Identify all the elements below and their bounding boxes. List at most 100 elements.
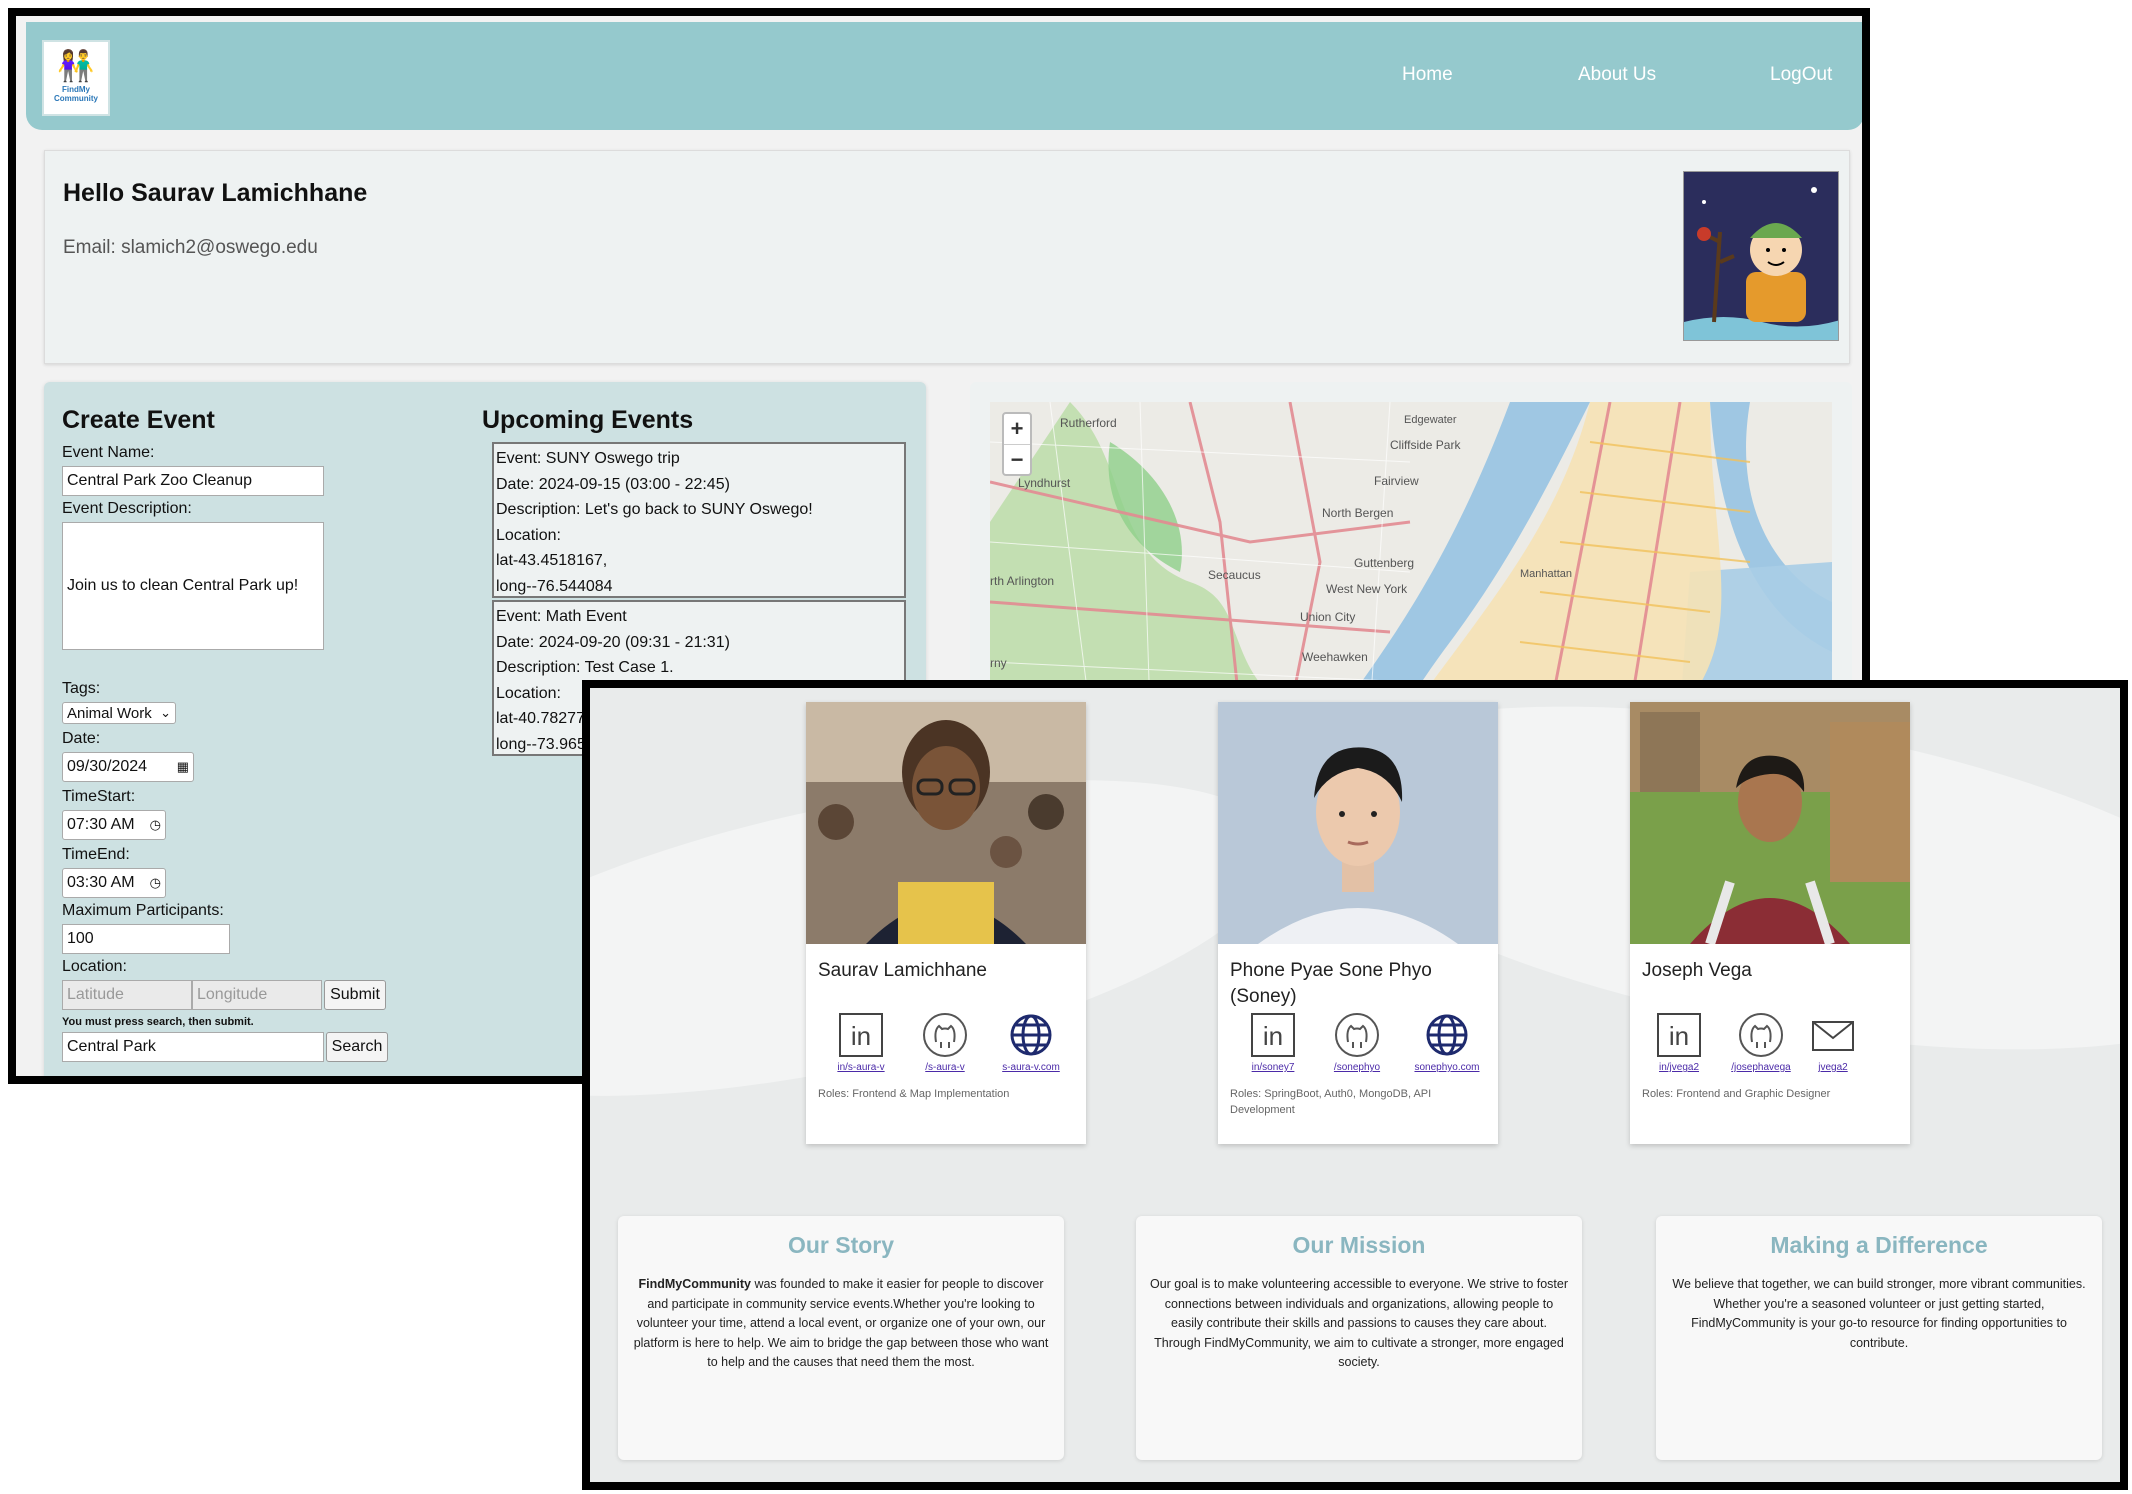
time-end-value: 03:30 AM [67,874,135,891]
social-link-block: in in/s-aura-v [826,1012,896,1073]
social-link-block: /sonephyo [1322,1012,1392,1073]
github-icon[interactable] [1334,1012,1380,1058]
nav-home-link[interactable]: Home [1402,64,1453,86]
mail-icon[interactable] [1810,1012,1856,1058]
team-member-card: Phone Pyae Sone Phyo (Soney) in in/soney… [1218,702,1498,1144]
section-title: Making a Difference [1770,1232,1988,1258]
github-icon[interactable] [922,1012,968,1058]
max-participants-label: Maximum Participants: [62,902,224,919]
map-panel: + − Rutherford Edgewater Cliffside Park … [970,382,1852,712]
event-name-label: Event Name: [62,444,155,461]
tags-select[interactable]: Animal Work ⌄ [62,702,176,724]
team-member-card: Saurav Lamichhane in in/s-aura-v /s-aura… [806,702,1086,1144]
member-photo-image [806,702,1086,944]
event-description-textarea[interactable]: Join us to clean Central Park up! [62,522,324,650]
github-link[interactable]: /josephavega [1726,1062,1796,1073]
map-label: Lyndhurst [1018,476,1071,490]
nav-about-link[interactable]: About Us [1578,64,1656,86]
longitude-input[interactable]: Longitude [192,980,322,1010]
event-date: Date: 2024-09-20 (09:31 - 21:31) [496,633,730,651]
max-participants-input[interactable]: 100 [62,924,230,954]
people-icon: 👫 [57,50,95,84]
chevron-down-icon: ⌄ [160,705,171,720]
member-roles: Roles: Frontend & Map Implementation [818,1088,1010,1100]
linkedin-icon[interactable]: in [838,1012,884,1058]
linkedin-link[interactable]: in/soney7 [1238,1062,1308,1073]
tags-value: Animal Work [67,704,152,722]
zoom-in-button[interactable]: + [1004,414,1030,444]
map-label: North Bergen [1322,506,1394,520]
longitude-placeholder: Longitude [197,986,268,1003]
submit-button[interactable]: Submit [324,980,386,1010]
github-link[interactable]: /s-aura-v [910,1062,980,1073]
create-event-title: Create Event [62,406,215,434]
email-link[interactable]: jvega2 [1798,1062,1868,1073]
github-icon[interactable] [1738,1012,1784,1058]
map-label: Rutherford [1060,416,1117,430]
member-roles: Roles: Frontend and Graphic Designer [1642,1088,1831,1100]
location-search-value: Central Park [67,1038,156,1055]
upcoming-events-title: Upcoming Events [482,406,694,434]
linkedin-link[interactable]: in/s-aura-v [826,1062,896,1073]
time-start-input[interactable]: 07:30 AM ◷ [62,810,166,840]
location-label: Location: [62,958,127,975]
member-name: Joseph Vega [1642,960,1752,981]
avatar-illustration [1684,172,1838,340]
about-us-window: Saurav Lamichhane in in/s-aura-v /s-aura… [582,680,2128,1490]
globe-icon[interactable] [1008,1012,1054,1058]
social-link-block: jvega2 [1798,1012,1868,1073]
time-end-label: TimeEnd: [62,846,130,863]
member-photo [806,702,1086,944]
search-note: You must press search, then submit. [62,1016,254,1028]
map[interactable]: + − Rutherford Edgewater Cliffside Park … [990,402,1832,712]
app-logo[interactable]: 👫 FindMy Community [42,40,110,116]
github-link[interactable]: /sonephyo [1322,1062,1392,1073]
social-link-block: in in/soney7 [1238,1012,1308,1073]
clock-icon[interactable]: ◷ [150,875,161,891]
location-search-input[interactable]: Central Park [62,1032,324,1062]
event-item[interactable]: Event: SUNY Oswego trip Date: 2024-09-15… [492,442,906,598]
member-name: Phone Pyae Sone Phyo (Soney) [1230,960,1432,1007]
map-label: Cliffside Park [1390,438,1461,452]
linkedin-icon[interactable]: in [1656,1012,1702,1058]
section-text: Our goal is to make volunteering accessi… [1149,1277,1569,1369]
event-location-label: Location: [496,526,561,544]
calendar-icon[interactable]: ▦ [177,759,189,775]
event-name-value: Central Park Zoo Cleanup [67,472,252,489]
date-value: 09/30/2024 [67,758,148,775]
time-end-input[interactable]: 03:30 AM ◷ [62,868,166,898]
map-label: Guttenberg [1354,556,1415,570]
clock-icon[interactable]: ◷ [150,817,161,833]
nav-logout-link[interactable]: LogOut [1770,64,1832,86]
profile-card: Hello Saurav Lamichhane Email: slamich2@… [44,150,1850,364]
search-button[interactable]: Search [326,1032,388,1062]
making-difference-card: Making a Difference We believe that toge… [1656,1216,2102,1460]
social-link-block: in in/jvega2 [1644,1012,1714,1073]
member-photo [1630,702,1910,944]
website-link[interactable]: sonephyo.com [1412,1062,1482,1073]
linkedin-icon[interactable]: in [1250,1012,1296,1058]
time-start-label: TimeStart: [62,788,136,805]
section-text: FindMyCommunity was founded to make it e… [630,1275,1052,1373]
event-description-label: Event Description: [62,500,192,517]
event-lat: lat-43.4518167, [496,552,608,569]
section-text: We believe that together, we can build s… [1672,1277,2086,1350]
event-long: long--76.544084 [496,577,613,595]
latitude-placeholder: Latitude [67,986,124,1003]
navbar: 👫 FindMy Community Home About Us LogOut [26,22,1862,130]
max-participants-value: 100 [67,930,94,947]
globe-icon[interactable] [1424,1012,1470,1058]
brand-name: FindMyCommunity [638,1277,751,1291]
date-input[interactable]: 09/30/2024 ▦ [62,752,194,782]
event-name-input[interactable]: Central Park Zoo Cleanup [62,466,324,496]
website-link[interactable]: s-aura-v.com [996,1062,1066,1073]
event-description: Description: Test Case 1. [496,659,674,676]
linkedin-link[interactable]: in/jvega2 [1644,1062,1714,1073]
team-member-card: Joseph Vega in in/jvega2 /josephavega jv… [1630,702,1910,1144]
social-link-block: sonephyo.com [1412,1012,1482,1073]
time-start-value: 07:30 AM [67,816,135,833]
zoom-out-button[interactable]: − [1004,444,1030,474]
latitude-input[interactable]: Latitude [62,980,192,1010]
social-link-block: s-aura-v.com [996,1012,1066,1073]
logo-text: FindMy Community [54,85,98,103]
